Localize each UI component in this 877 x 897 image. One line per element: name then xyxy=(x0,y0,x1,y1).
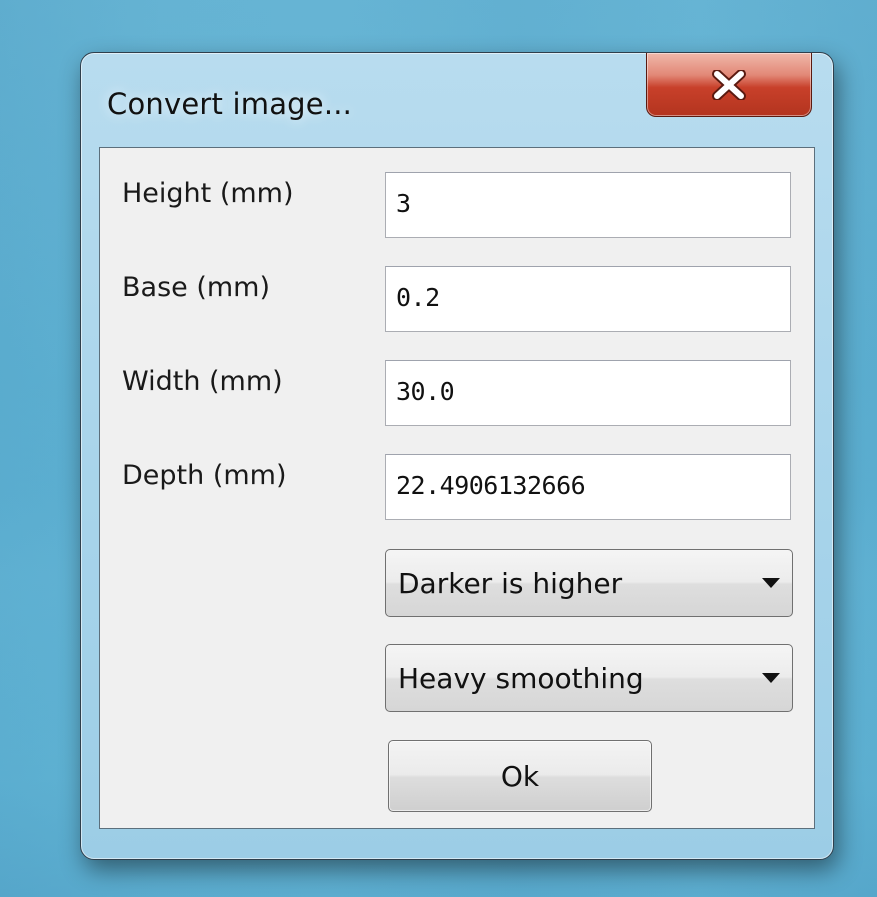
dialog-client-area: Height (mm) 3 Base (mm) 0.2 Width (mm) 3… xyxy=(99,147,815,829)
height-label: Height (mm) xyxy=(122,178,294,209)
base-input[interactable]: 0.2 xyxy=(385,266,791,332)
height-mode-dropdown[interactable]: Darker is higher xyxy=(385,549,793,617)
title-bar[interactable]: Convert image... xyxy=(81,53,833,147)
height-input[interactable]: 3 xyxy=(385,172,791,238)
depth-input[interactable]: 22.4906132666 xyxy=(385,454,791,520)
chevron-down-icon xyxy=(762,578,780,588)
convert-image-dialog: Convert image... Height (mm) 3 Base (mm)… xyxy=(80,52,834,860)
smoothing-selected: Heavy smoothing xyxy=(398,662,644,695)
close-icon xyxy=(712,69,746,100)
width-input[interactable]: 30.0 xyxy=(385,360,791,426)
chevron-down-icon xyxy=(762,673,780,683)
base-label: Base (mm) xyxy=(122,272,270,303)
width-label: Width (mm) xyxy=(122,366,283,397)
smoothing-dropdown[interactable]: Heavy smoothing xyxy=(385,644,793,712)
depth-label: Depth (mm) xyxy=(122,460,287,491)
height-mode-selected: Darker is higher xyxy=(398,567,623,600)
close-button[interactable] xyxy=(646,53,812,117)
window-title: Convert image... xyxy=(107,87,353,121)
ok-button[interactable]: Ok xyxy=(388,740,652,812)
